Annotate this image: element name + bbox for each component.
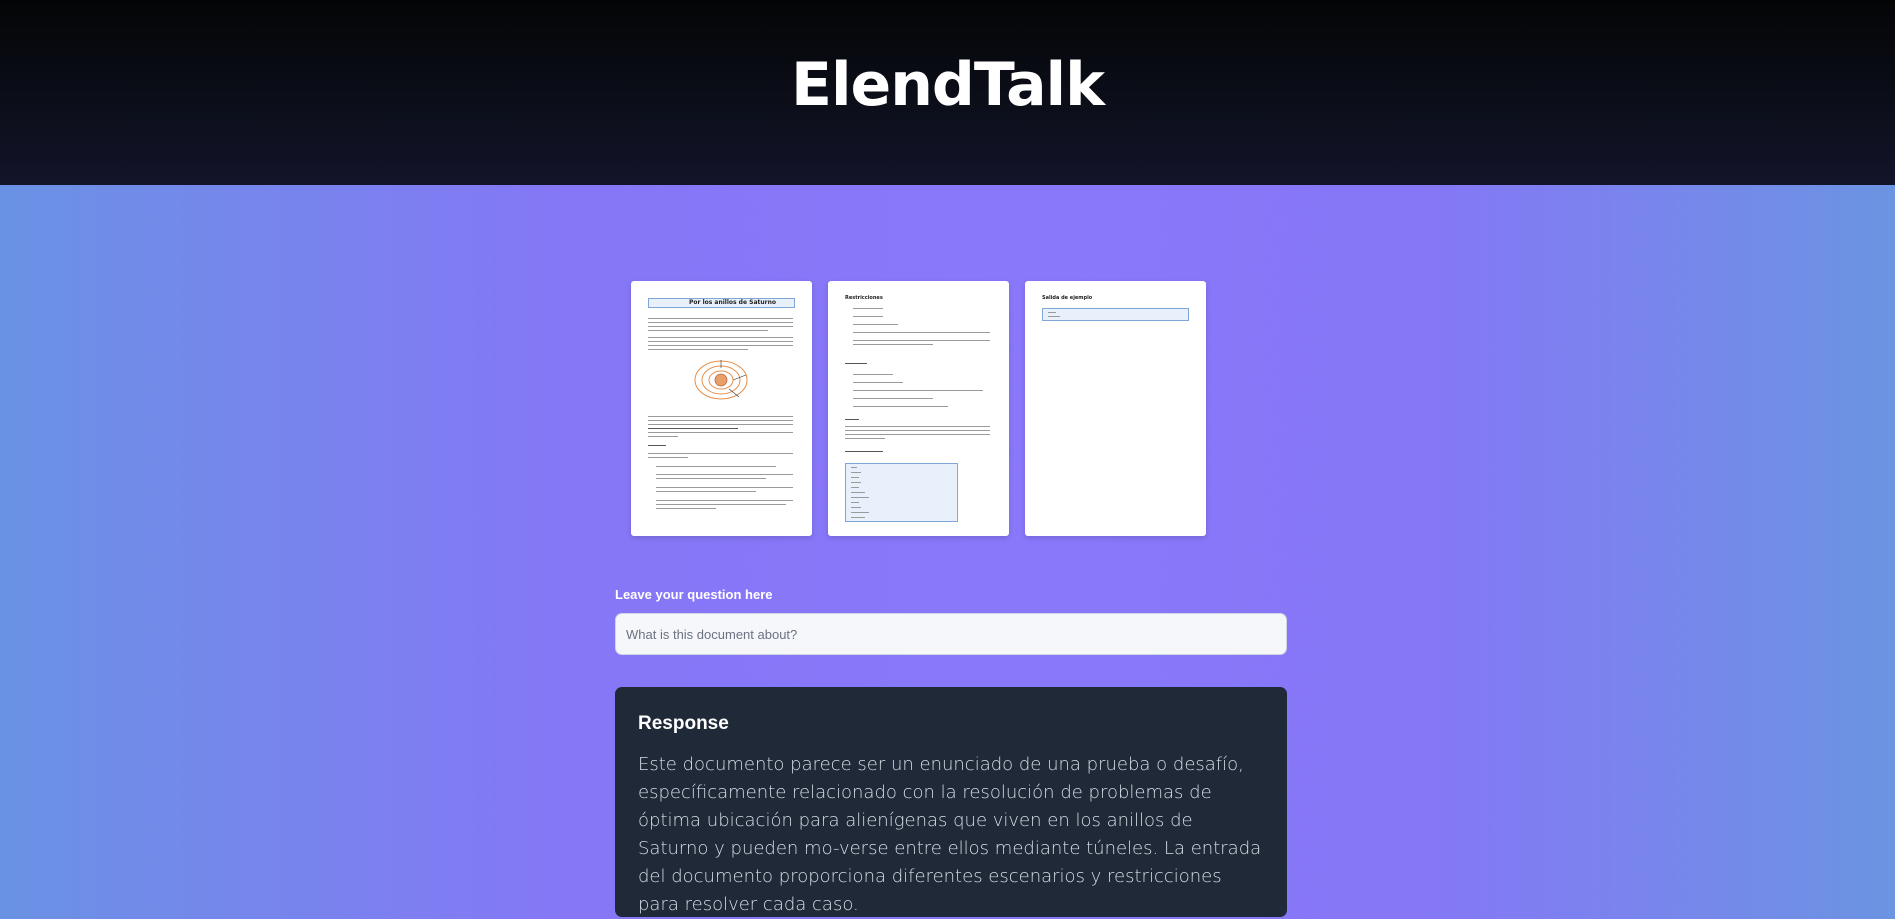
page-thumbnail-2[interactable]: Restricciones [828, 281, 1009, 536]
app-header: ElendTalk [0, 0, 1895, 185]
page-1-title: Por los anillos de Saturno [689, 299, 776, 306]
response-panel: Response Este documento parece ser un en… [615, 687, 1287, 917]
sample-output-box [1042, 308, 1189, 321]
page-2-heading: Restricciones [845, 295, 883, 301]
page-thumbnail-3[interactable]: Salida de ejemplo [1025, 281, 1206, 536]
question-input[interactable] [615, 613, 1287, 655]
page-title-box: Por los anillos de Saturno [648, 298, 795, 308]
sample-input-box [845, 463, 958, 522]
saturn-rings-diagram [694, 360, 748, 400]
page-thumbnail-1[interactable]: Por los anillos de Saturno [631, 281, 812, 536]
page-3-heading: Salida de ejemplo [1042, 295, 1093, 301]
app-title: ElendTalk [790, 49, 1105, 120]
document-thumbnails: Por los anillos de Saturno Restricciones… [631, 281, 1206, 536]
response-text: Este documento parece ser un enunciado d… [638, 754, 1262, 915]
response-heading: Response [638, 713, 729, 734]
question-label: Leave your question here [615, 587, 773, 602]
